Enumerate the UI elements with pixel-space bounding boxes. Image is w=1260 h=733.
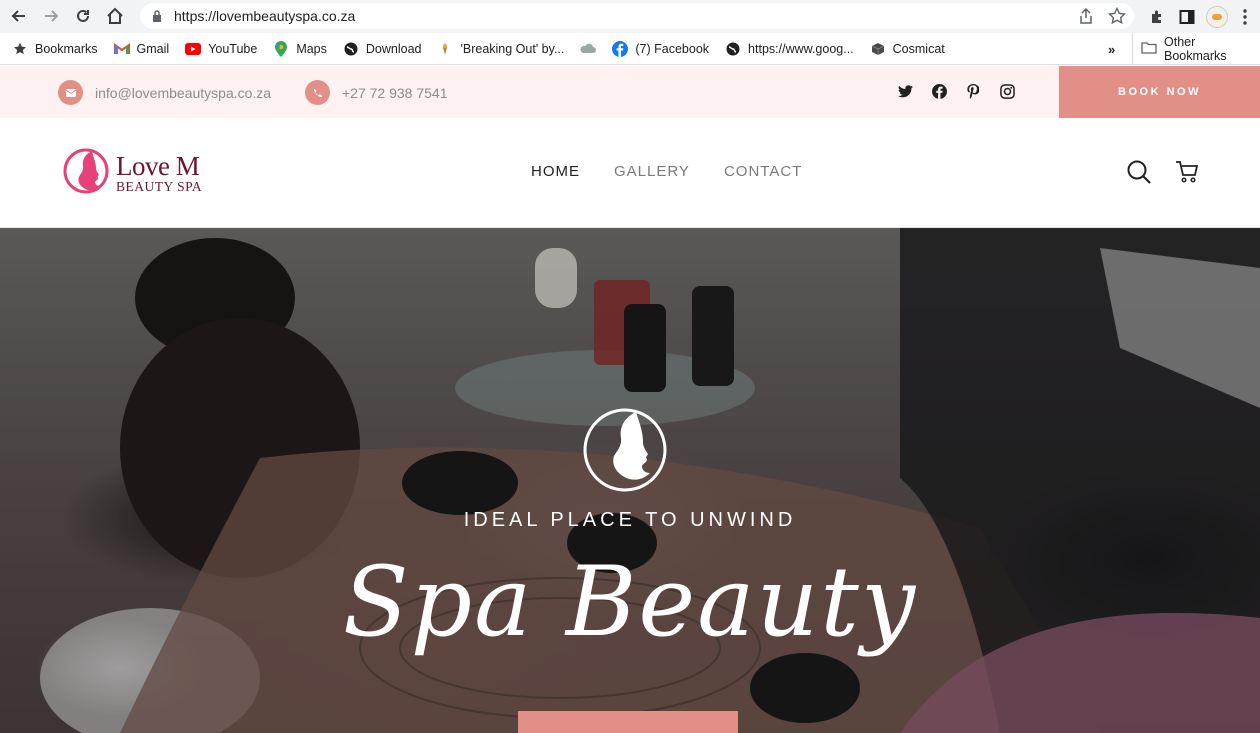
- email-contact[interactable]: info@lovembeautyspa.co.za: [58, 80, 271, 105]
- extensions-icon[interactable]: [1146, 9, 1168, 25]
- back-icon[interactable]: [4, 1, 34, 31]
- star-icon: [12, 41, 28, 57]
- star-icon[interactable]: [1107, 6, 1127, 30]
- menu-dots-icon[interactable]: [1236, 8, 1254, 25]
- site-logo[interactable]: Love M BEAUTY SPA: [62, 147, 202, 200]
- email-text: info@lovembeautyspa.co.za: [95, 84, 272, 101]
- bookmark-youtube[interactable]: YouTube: [177, 33, 265, 64]
- instagram-icon[interactable]: [999, 83, 1015, 99]
- gmail-icon: [113, 41, 130, 57]
- envelope-icon: [58, 80, 83, 105]
- hero-cta-button[interactable]: [518, 711, 738, 733]
- bookmark-favicon: [437, 41, 453, 57]
- address-url: https://lovembeautyspa.co.za: [174, 8, 356, 24]
- forward-icon[interactable]: [36, 1, 66, 31]
- side-panel-icon[interactable]: [1176, 9, 1198, 25]
- social-links: [897, 83, 1015, 99]
- lock-icon: [150, 10, 164, 22]
- site-header: Love M BEAUTY SPA HOME GALLERY CONTACT: [0, 118, 1260, 228]
- twitter-icon[interactable]: [897, 83, 913, 99]
- top-info-bar: info@lovembeautyspa.co.za +27 72 938 754…: [0, 66, 1260, 118]
- face-logo-icon: [62, 147, 110, 200]
- cloud-favicon: [580, 41, 597, 57]
- bookmark-gmail[interactable]: Gmail: [106, 33, 178, 64]
- hero-title: Spa Beauty: [342, 546, 918, 658]
- bookmark-facebook[interactable]: (7) Facebook: [604, 33, 717, 64]
- bookmarks-bar: Bookmarks Gmail YouTube Maps Download 'B…: [0, 33, 1260, 65]
- address-bar[interactable]: https://lovembeautyspa.co.za: [140, 3, 1134, 29]
- hero-section: IDEAL PLACE TO UNWIND Spa Beauty: [0, 228, 1260, 733]
- other-bookmarks-folder[interactable]: Other Bookmarks: [1132, 33, 1260, 65]
- facebook-icon: [612, 40, 629, 57]
- bookmark-breaking-out[interactable]: 'Breaking Out' by...: [429, 33, 572, 64]
- nav-home[interactable]: HOME: [531, 163, 580, 180]
- nav-contact[interactable]: CONTACT: [724, 163, 802, 180]
- folder-icon: [1141, 41, 1157, 57]
- search-icon[interactable]: [1126, 159, 1152, 190]
- logo-title: Love M: [116, 151, 200, 182]
- cart-icon[interactable]: [1174, 159, 1200, 190]
- main-navigation: HOME GALLERY CONTACT: [531, 163, 802, 180]
- globe-icon: [725, 41, 741, 57]
- pinterest-icon[interactable]: [965, 83, 981, 99]
- share-icon[interactable]: [1078, 7, 1094, 30]
- hero-subtitle: IDEAL PLACE TO UNWIND: [463, 509, 797, 531]
- browser-toolbar: https://lovembeautyspa.co.za: [0, 0, 1260, 33]
- maps-icon: [273, 40, 289, 57]
- home-icon[interactable]: [100, 1, 130, 31]
- bookmark-cloud[interactable]: [572, 33, 604, 64]
- bookmark-bookmarks[interactable]: Bookmarks: [0, 33, 106, 64]
- reload-icon[interactable]: [68, 1, 98, 31]
- youtube-icon: [185, 41, 202, 57]
- face-emblem-icon: [581, 406, 669, 494]
- phone-contact[interactable]: +27 72 938 7541: [305, 80, 448, 105]
- phone-icon: [305, 80, 330, 105]
- book-now-button[interactable]: BOOK NOW: [1059, 66, 1260, 118]
- bookmark-cosmicat[interactable]: Cosmicat: [862, 33, 953, 64]
- cube-icon: [870, 41, 886, 57]
- facebook-icon[interactable]: [931, 83, 947, 99]
- more-bookmarks-button[interactable]: »: [1108, 33, 1115, 65]
- globe-icon: [343, 41, 359, 57]
- nav-gallery[interactable]: GALLERY: [614, 163, 690, 180]
- bookmark-download[interactable]: Download: [335, 33, 430, 64]
- logo-subtitle: BEAUTY SPA: [116, 179, 203, 195]
- bookmark-maps[interactable]: Maps: [265, 33, 335, 64]
- phone-text: +27 72 938 7541: [342, 84, 448, 101]
- bookmark-google-link[interactable]: https://www.goog...: [717, 33, 862, 64]
- profile-avatar[interactable]: [1206, 5, 1228, 28]
